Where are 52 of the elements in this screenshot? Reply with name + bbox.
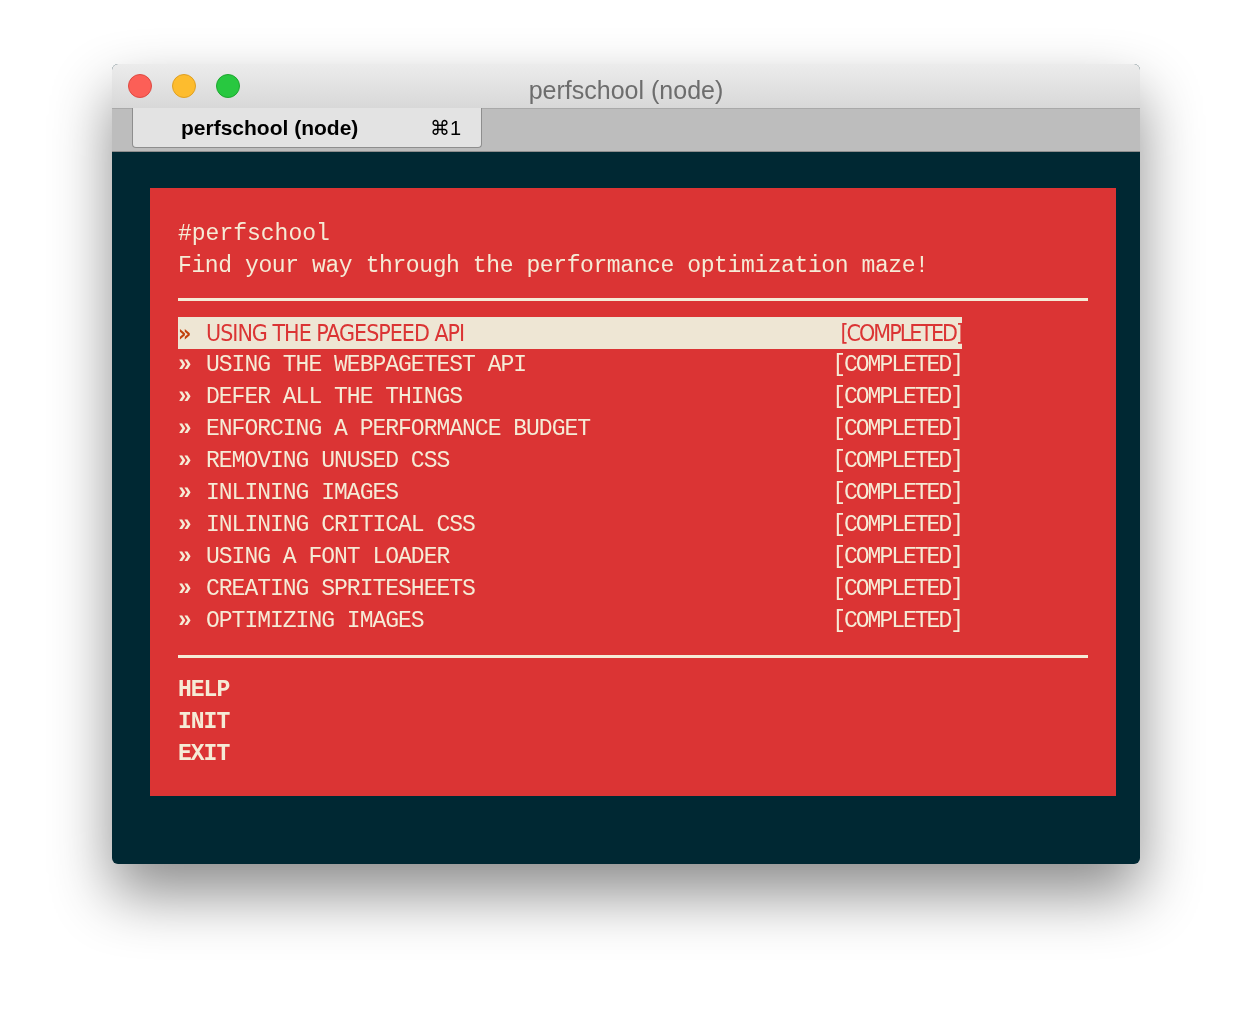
chevron-icon: »	[178, 413, 206, 445]
close-button[interactable]	[128, 74, 152, 98]
chevron-icon: »	[178, 509, 206, 541]
lesson-title: ENFORCING A PERFORMANCE BUDGET	[206, 415, 591, 444]
lesson-item[interactable]: » DEFER ALL THE THINGS [COMPLETED]	[178, 381, 962, 413]
lesson-title: USING A FONT LOADER	[206, 543, 450, 572]
chevron-icon: »	[178, 349, 206, 381]
lesson-title: OPTIMIZING IMAGES	[206, 607, 424, 636]
tab-label: perfschool (node)	[181, 114, 359, 141]
lesson-item[interactable]: » REMOVING UNUSED CSS [COMPLETED]	[178, 445, 962, 477]
lesson-status: [COMPLETED]	[832, 351, 962, 380]
heading: #perfschool	[178, 220, 330, 249]
lesson-item[interactable]: » USING A FONT LOADER [COMPLETED]	[178, 541, 962, 573]
lesson-status: [COMPLETED]	[832, 415, 962, 444]
chevron-icon: »	[178, 573, 206, 605]
lesson-item[interactable]: » CREATING SPRITESHEETS [COMPLETED]	[178, 573, 962, 605]
lesson-title: USING THE PAGESPEED API	[206, 319, 465, 348]
lesson-status: [COMPLETED]	[832, 383, 962, 412]
tab[interactable]: perfschool (node) ⌘1	[132, 108, 482, 148]
menu-command[interactable]: HELP	[178, 674, 230, 706]
lesson-status: [COMPLETED]	[832, 447, 962, 476]
chevron-icon: »	[178, 541, 206, 573]
lesson-item[interactable]: » INLINING CRITICAL CSS [COMPLETED]	[178, 509, 962, 541]
chevron-icon: »	[178, 381, 206, 413]
lesson-status: [COMPLETED]	[840, 319, 962, 348]
lesson-status: [COMPLETED]	[832, 479, 962, 508]
lesson-item[interactable]: » OPTIMIZING IMAGES [COMPLETED]	[178, 605, 962, 637]
lesson-title: INLINING CRITICAL CSS	[206, 511, 475, 540]
zoom-button[interactable]	[216, 74, 240, 98]
lesson-item[interactable]: » USING THE WEBPAGETEST API [COMPLETED]	[178, 349, 962, 381]
lesson-title: USING THE WEBPAGETEST API	[206, 351, 527, 380]
chevron-icon: »	[178, 317, 206, 349]
minimize-button[interactable]	[172, 74, 196, 98]
lesson-status: [COMPLETED]	[832, 511, 962, 540]
lesson-title: INLINING IMAGES	[206, 479, 399, 508]
chevron-icon: »	[178, 445, 206, 477]
lesson-status: [COMPLETED]	[832, 575, 962, 604]
lesson-item[interactable]: » INLINING IMAGES [COMPLETED]	[178, 477, 962, 509]
lesson-item[interactable]: » USING THE PAGESPEED API [COMPLETED]	[178, 317, 962, 349]
menu-command[interactable]: INIT	[178, 706, 230, 738]
tab-shortcut: ⌘1	[429, 115, 461, 141]
chevron-icon: »	[178, 605, 206, 637]
lesson-status: [COMPLETED]	[832, 607, 962, 636]
lesson-item[interactable]: » ENFORCING A PERFORMANCE BUDGET [COMPLETED]	[178, 413, 962, 445]
menu-command[interactable]: EXIT	[178, 738, 230, 770]
subtitle: Find your way through the performance optimization maze!	[178, 252, 929, 281]
lesson-status: [COMPLETED]	[832, 543, 962, 572]
chevron-icon: »	[178, 477, 206, 509]
window-title: perfschool (node)	[528, 75, 724, 106]
lesson-title: CREATING SPRITESHEETS	[206, 575, 475, 604]
lesson-title: DEFER ALL THE THINGS	[206, 383, 463, 412]
lesson-title: REMOVING UNUSED CSS	[206, 447, 450, 476]
